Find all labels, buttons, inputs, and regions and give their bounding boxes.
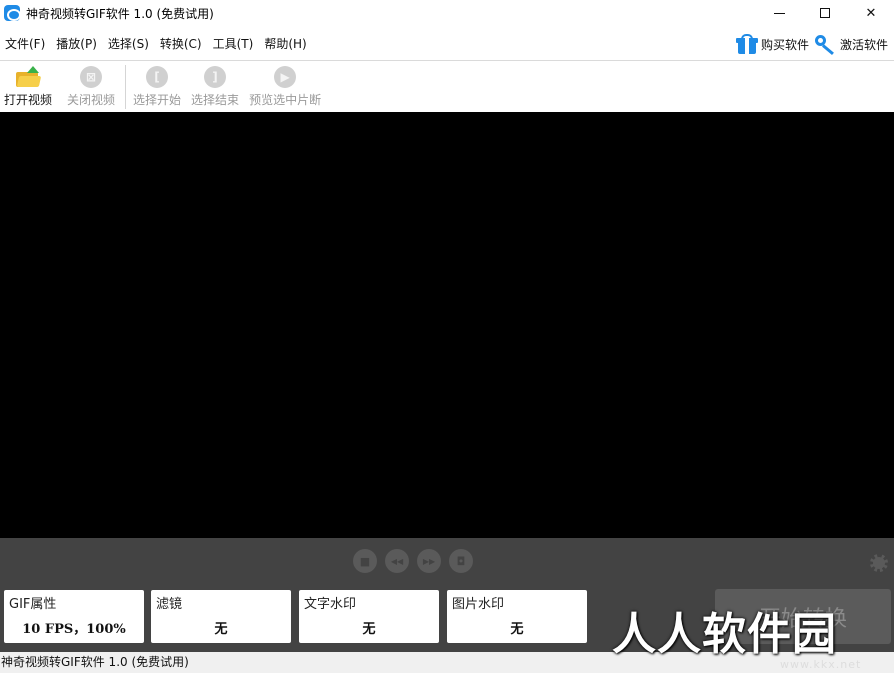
video-preview-area[interactable] — [0, 112, 894, 538]
filter-box[interactable]: 滤镜 无 — [151, 590, 291, 643]
stop-button[interactable]: ■ — [353, 549, 377, 573]
toolbar: 打开视频 ⊠ 关闭视频 [ 选择开始 ] 选择结束 ▶ 预览选中片断 — [0, 60, 894, 112]
next-button[interactable]: ▶▶ — [417, 549, 441, 573]
menu-bar: 文件(F) 播放(P) 选择(S) 转换(C) 工具(T) 帮助(H) 购买软件… — [0, 30, 894, 58]
buy-software-label: 购买软件 — [760, 37, 809, 52]
select-end-button[interactable]: ] 选择结束 — [191, 61, 239, 113]
image-watermark-box[interactable]: 图片水印 无 — [447, 590, 587, 643]
select-start-label: 选择开始 — [133, 93, 182, 107]
preview-clip-label: 预览选中片断 — [249, 93, 322, 107]
gift-icon — [735, 34, 758, 54]
open-folder-icon — [16, 66, 42, 88]
minimize-icon — [773, 12, 785, 14]
preview-clip-icon: ▶ — [274, 66, 297, 88]
rewind-icon: ◀◀ — [390, 556, 404, 566]
maximize-icon — [820, 8, 830, 18]
select-end-icon: ] — [204, 66, 227, 88]
close-video-icon: ⊠ — [80, 66, 103, 88]
gif-properties-value: 10 FPS，100% — [22, 622, 126, 637]
window-controls: ✕ — [756, 0, 894, 26]
menu-tools[interactable]: 工具(T) — [208, 30, 260, 58]
stop-icon: ■ — [359, 554, 371, 568]
close-video-label: 关闭视频 — [67, 93, 116, 107]
image-watermark-title: 图片水印 — [452, 597, 505, 612]
gif-properties-title: GIF属性 — [9, 597, 57, 612]
preview-clip-button[interactable]: ▶ 预览选中片断 — [249, 61, 321, 113]
select-start-button[interactable]: [ 选择开始 — [133, 61, 181, 113]
buy-software-button[interactable]: 购买软件 — [735, 34, 809, 54]
menu-help[interactable]: 帮助(H) — [259, 30, 312, 58]
open-video-label: 打开视频 — [4, 93, 53, 107]
maximize-button[interactable] — [802, 0, 848, 26]
select-end-label: 选择结束 — [191, 93, 240, 107]
image-watermark-value: 无 — [510, 622, 524, 637]
text-watermark-box[interactable]: 文字水印 无 — [299, 590, 439, 643]
key-icon — [814, 34, 837, 56]
minimize-button[interactable] — [756, 0, 802, 26]
title-bar: 神奇视频转GIF软件 1.0 (免费试用) ✕ — [0, 0, 894, 26]
activate-software-button[interactable]: 激活软件 — [814, 34, 888, 56]
menu-right-actions: 购买软件 激活软件 — [735, 30, 894, 58]
previous-button[interactable]: ◀◀ — [385, 549, 409, 573]
camera-icon: ◘ — [456, 554, 466, 568]
app-window: 神奇视频转GIF软件 1.0 (免费试用) ✕ 文件(F) 播放(P) 选择(S… — [0, 0, 894, 673]
window-title: 神奇视频转GIF软件 1.0 (免费试用) — [26, 6, 214, 21]
playback-controls: ■ ◀◀ ▶▶ ◘ — [0, 538, 894, 584]
menu-select[interactable]: 选择(S) — [103, 30, 155, 58]
app-logo-icon — [4, 5, 21, 21]
open-video-button[interactable]: 打开视频 — [4, 61, 52, 113]
menu-play[interactable]: 播放(P) — [51, 30, 103, 58]
text-watermark-title: 文字水印 — [304, 597, 357, 612]
activate-software-label: 激活软件 — [839, 37, 888, 52]
menu-convert[interactable]: 转换(C) — [155, 30, 208, 58]
settings-gear-icon[interactable] — [870, 554, 888, 572]
filter-title: 滤镜 — [156, 597, 183, 612]
site-watermark: 人人软件园 — [612, 609, 837, 660]
close-icon: ✕ — [865, 5, 877, 21]
close-button[interactable]: ✕ — [848, 0, 894, 26]
gif-properties-box[interactable]: GIF属性 10 FPS，100% — [4, 590, 144, 643]
menu-file[interactable]: 文件(F) — [0, 30, 51, 58]
filter-value: 无 — [214, 622, 228, 637]
select-start-icon: [ — [146, 66, 169, 88]
fast-forward-icon: ▶▶ — [422, 556, 436, 566]
text-watermark-value: 无 — [362, 622, 376, 637]
snapshot-button[interactable]: ◘ — [449, 549, 473, 573]
close-video-button[interactable]: ⊠ 关闭视频 — [67, 61, 115, 113]
site-watermark-url: www.kkx.net — [780, 658, 862, 671]
toolbar-divider — [125, 65, 127, 109]
